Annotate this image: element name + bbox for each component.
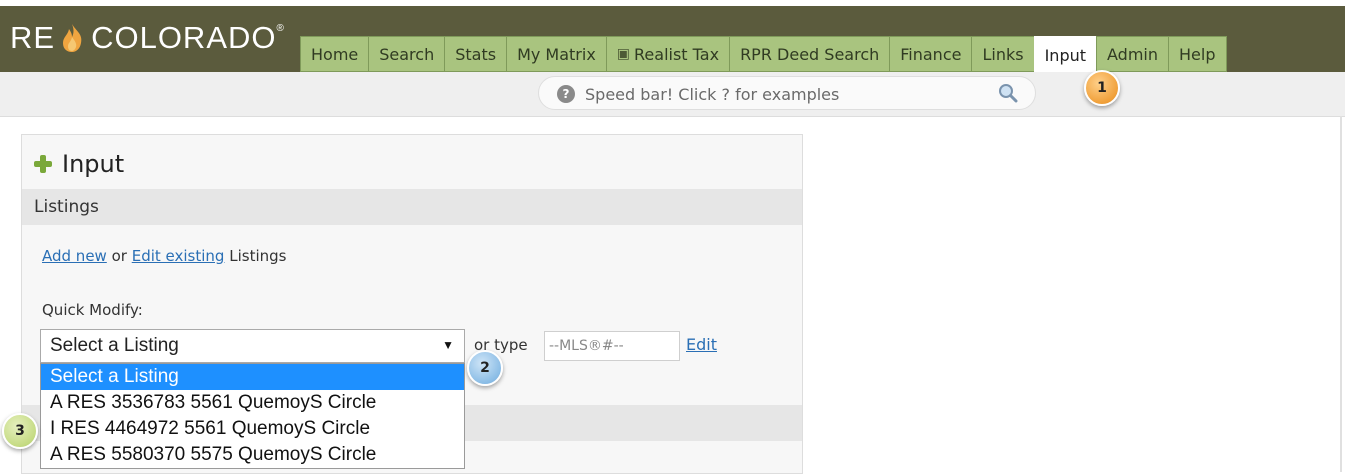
listings-text: Listings (229, 247, 287, 265)
or-text: or (111, 247, 127, 265)
logo-text-colorado: COLORADO (91, 20, 277, 55)
add-new-link[interactable]: Add new (42, 247, 107, 265)
recolorado-logo[interactable]: RE COLORADO ® (10, 20, 285, 56)
listings-section-header: Listings (22, 189, 802, 225)
right-divider (1340, 116, 1342, 472)
help-icon[interactable]: ? (557, 85, 575, 103)
tab-label: My Matrix (517, 44, 596, 64)
quick-modify-label: Quick Modify: (42, 301, 143, 319)
main-nav-tabs: Home Search Stats My Matrix ▣ Realist Ta… (300, 36, 1227, 74)
dropdown-option[interactable]: A RES 3536783 5561 QuemoyS Circle (41, 390, 464, 416)
tab-label: Links (982, 44, 1024, 64)
header-bar: RE COLORADO ® Home Search Stats My Matri… (0, 0, 1345, 74)
speed-bar-input[interactable] (583, 82, 977, 106)
speed-bar-row: ? (0, 72, 1345, 117)
tab-home[interactable]: Home (300, 36, 369, 72)
tab-label: Home (311, 44, 359, 64)
section-title: Listings (34, 197, 99, 217)
callout-badge-2: 2 (467, 350, 503, 386)
tab-label: Help (1179, 44, 1216, 64)
logo-text-re: RE (10, 20, 56, 55)
plus-icon[interactable] (34, 155, 52, 173)
tab-label: Realist Tax (634, 44, 720, 64)
listing-select[interactable]: Select a Listing ▼ (40, 329, 465, 363)
mls-number-input[interactable] (544, 331, 680, 361)
dropdown-option[interactable]: I RES 4464972 5561 QuemoyS Circle (41, 416, 464, 442)
listing-actions-line: Add new or Edit existing Listings (42, 247, 286, 265)
listing-dropdown-list: Select a Listing A RES 3536783 5561 Quem… (40, 363, 465, 469)
tab-stats[interactable]: Stats (444, 36, 507, 72)
listing-select-value: Select a Listing (50, 335, 179, 356)
tab-label: RPR Deed Search (740, 44, 880, 64)
tab-input[interactable]: Input (1033, 36, 1097, 74)
tab-label: Finance (900, 44, 962, 64)
tab-help[interactable]: Help (1168, 36, 1227, 72)
tab-realist-tax[interactable]: ▣ Realist Tax (605, 36, 730, 72)
flame-icon (63, 24, 82, 52)
tab-label: Admin (1107, 44, 1159, 64)
callout-badge-1: 1 (1084, 70, 1120, 106)
dropdown-arrow-icon: ▼ (442, 338, 454, 352)
edit-existing-link[interactable]: Edit existing (132, 247, 225, 265)
tab-label: Input (1044, 45, 1087, 65)
panel-title: Input (34, 147, 124, 181)
external-window-icon: ▣ (616, 46, 631, 62)
tab-search[interactable]: Search (368, 36, 445, 72)
tab-admin[interactable]: Admin (1096, 36, 1169, 72)
edit-link[interactable]: Edit (686, 335, 717, 354)
registered-mark: ® (276, 22, 285, 34)
dropdown-option[interactable]: A RES 5580370 5575 QuemoyS Circle (41, 442, 464, 468)
search-icon[interactable] (997, 82, 1019, 104)
tab-finance[interactable]: Finance (889, 36, 972, 72)
tab-rpr-deed-search[interactable]: RPR Deed Search (729, 36, 890, 72)
dropdown-option[interactable]: Select a Listing (41, 364, 464, 390)
panel-title-text: Input (62, 150, 125, 178)
tab-links[interactable]: Links (971, 36, 1034, 72)
callout-badge-3: 3 (2, 413, 38, 449)
tab-label: Search (379, 44, 435, 64)
input-panel: Input Listings Add new or Edit existing … (21, 134, 803, 474)
speed-bar: ? (538, 76, 1036, 110)
tab-my-matrix[interactable]: My Matrix (506, 36, 606, 72)
tab-label: Stats (455, 44, 497, 64)
